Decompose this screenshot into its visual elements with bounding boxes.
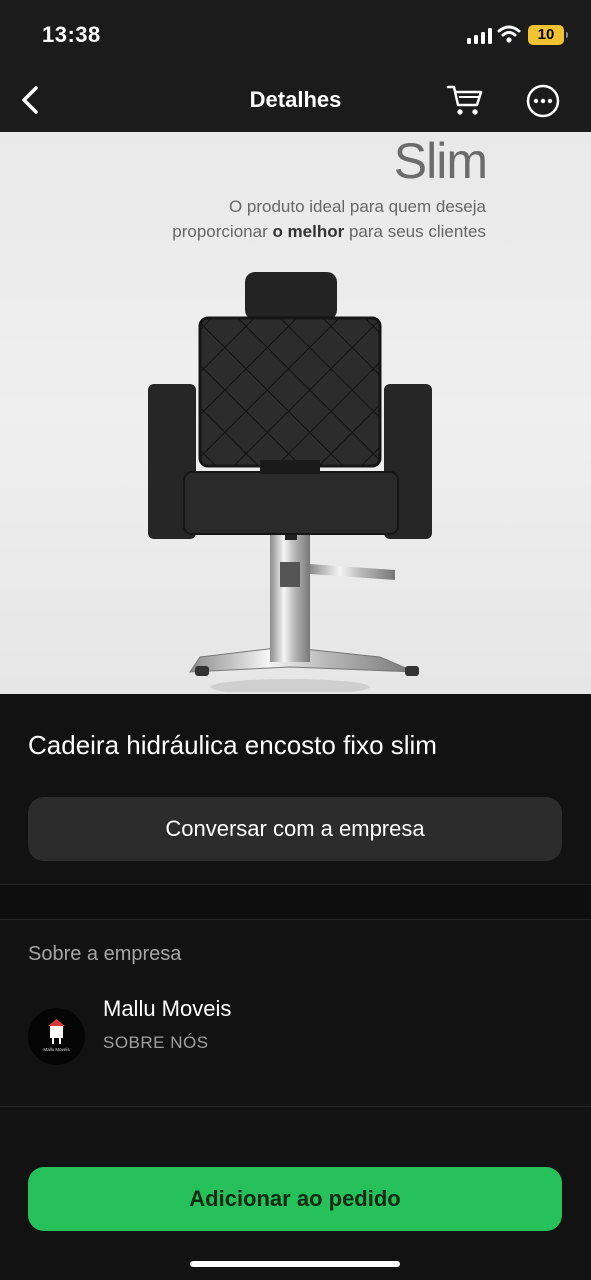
cellular-signal-icon [467,28,492,44]
divider [0,1106,591,1107]
tagline-pre: proporcionar [172,222,273,241]
tagline-post: para seus clientes [344,222,486,241]
battery-indicator: 10 [528,25,568,45]
product-image[interactable]: Slim O produto ideal para quem deseja pr… [0,132,591,694]
page-title: Detalhes [249,87,342,112]
salon-chair-illustration [148,272,432,692]
cart-icon[interactable] [446,82,484,118]
more-options-icon[interactable] [525,83,561,119]
wifi-icon [497,25,521,43]
about-company-label: Sobre a empresa [28,943,182,965]
company-row[interactable]: Mallu Moveis Mallu Moveis SOBRE NÓS [28,994,562,1066]
company-logo-text: Mallu Moveis [43,1047,70,1052]
divider [0,919,591,920]
product-image-tagline-1: O produto ideal para quem deseja [228,197,486,216]
status-bar: 13:38 10 [0,0,591,70]
company-avatar: Mallu Moveis [28,1008,85,1065]
section-separator [0,885,591,919]
product-image-tagline-2: proporcionar o melhor para seus clientes [172,222,486,242]
nav-bar: Detalhes [0,70,591,132]
company-logo-icon: Mallu Moveis [43,1019,70,1052]
product-title: Cadeira hidráulica encosto fixo slim [28,730,437,760]
product-image-brand: Slim [393,133,488,189]
status-time: 13:38 [42,22,101,47]
company-about-link[interactable]: SOBRE NÓS [103,1033,209,1053]
home-indicator[interactable] [190,1261,400,1267]
tagline-bold: o melhor [272,222,345,241]
chat-with-company-button[interactable]: Conversar com a empresa [28,797,562,861]
company-name: Mallu Moveis [103,996,232,1021]
add-to-order-button[interactable]: Adicionar ao pedido [28,1167,562,1231]
